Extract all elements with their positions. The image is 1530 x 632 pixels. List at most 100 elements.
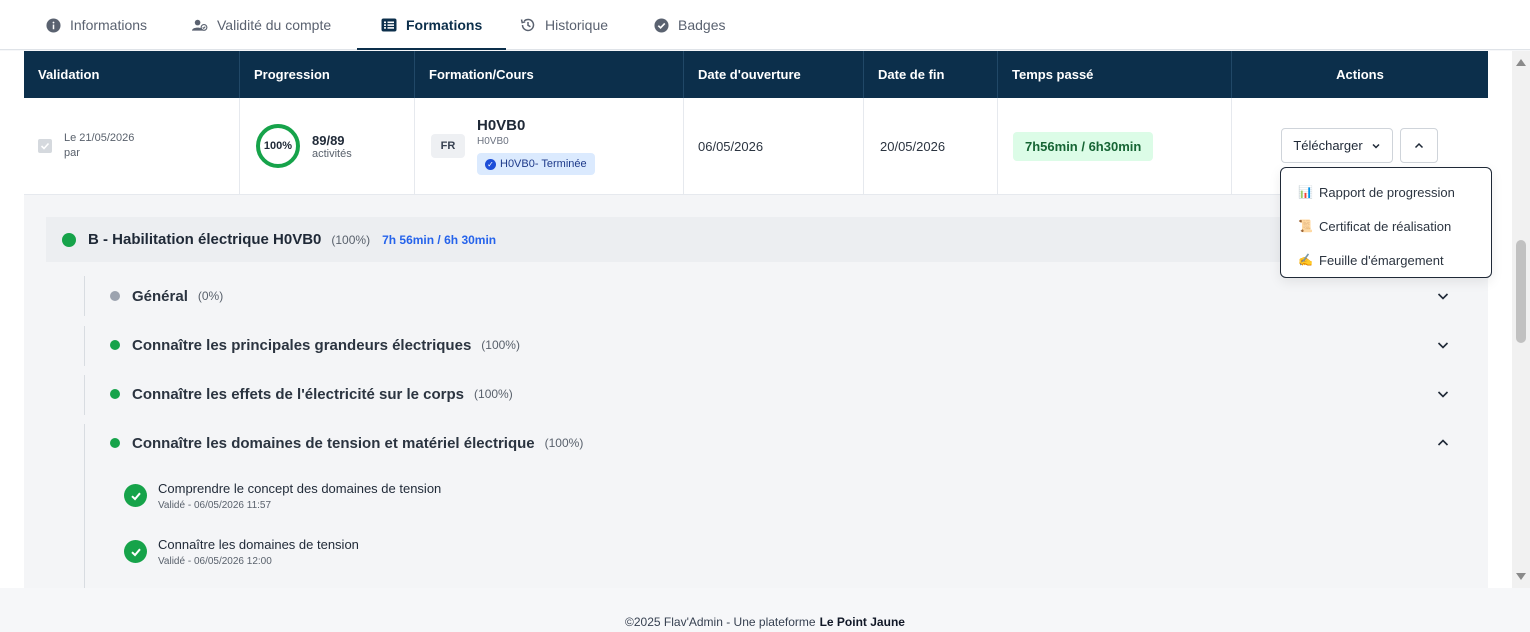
check-circle-icon	[124, 484, 147, 507]
validation-checkbox[interactable]	[38, 139, 52, 153]
chevron-down-icon[interactable]	[1436, 387, 1450, 401]
header-actions: Actions	[1336, 67, 1384, 82]
scroll-up-icon[interactable]	[1515, 57, 1527, 67]
section-title: Connaître les domaines de tension et mat…	[132, 434, 535, 452]
tab-historique[interactable]: Historique	[520, 0, 608, 50]
chart-icon: 📊	[1298, 185, 1313, 199]
cell-date-fin: 20/05/2026	[864, 98, 998, 194]
formation-detail-panel: B - Habilitation électrique H0VB0 (100%)…	[24, 195, 1488, 588]
scrollbar-thumb[interactable]	[1516, 240, 1526, 343]
tab-label: Validité du compte	[217, 17, 332, 33]
table-row: Le 21/05/2026 par 100% 89/89 activités F…	[24, 98, 1488, 195]
course-title[interactable]: H0VB0	[477, 117, 595, 134]
section-general[interactable]: Général (0%)	[110, 281, 1450, 311]
section-title: Général	[132, 287, 188, 305]
language-badge: FR	[431, 134, 465, 158]
tab-informations[interactable]: Informations	[45, 0, 147, 50]
time-spent-badge: 7h56min / 6h30min	[1013, 131, 1154, 161]
lesson-title: Comprendre le concept des domaines de te…	[158, 481, 442, 496]
check-circle-icon	[124, 540, 147, 563]
chevron-down-icon	[1372, 143, 1380, 149]
validation-by: par	[64, 147, 80, 159]
table-header: Validation Progression Formation/Cours D…	[24, 51, 1488, 98]
download-label: Télécharger	[1293, 138, 1363, 153]
tree-line	[84, 375, 85, 415]
user-check-icon	[192, 17, 208, 33]
section-domaines-tension[interactable]: Connaître les domaines de tension et mat…	[110, 428, 1450, 458]
header-date-ouverture: Date d'ouverture	[684, 51, 864, 98]
collapse-row-button[interactable]	[1400, 128, 1438, 163]
header-date-fin: Date de fin	[864, 51, 998, 98]
status-dot	[110, 438, 120, 448]
chevron-down-icon[interactable]	[1436, 338, 1450, 352]
tab-label: Informations	[70, 17, 148, 33]
tab-validite-compte[interactable]: Validité du compte	[192, 0, 331, 50]
chevron-up-icon[interactable]	[1436, 436, 1450, 450]
tab-formations[interactable]: Formations	[356, 0, 507, 50]
badge-check-icon	[653, 17, 669, 33]
course-code: H0VB0	[477, 136, 509, 147]
tab-label: Badges	[678, 17, 726, 33]
scroll-down-icon[interactable]	[1515, 572, 1527, 582]
cell-date-ouverture: 06/05/2026	[684, 98, 864, 194]
status-dot	[110, 291, 120, 301]
tab-label: Historique	[545, 17, 609, 33]
writing-hand-icon: ✍️	[1298, 253, 1313, 267]
module-header[interactable]: B - Habilitation électrique H0VB0 (100%)…	[46, 217, 1488, 262]
info-icon	[45, 17, 61, 33]
lesson-item[interactable]: Comprendre le concept des domaines de te…	[124, 481, 441, 511]
header-formation: Formation/Cours	[415, 51, 684, 98]
lesson-title: Connaître les domaines de tension	[158, 537, 359, 552]
lesson-status: Validé - 06/05/2026 11:57	[158, 500, 272, 511]
course-status-text: H0VB0- Terminée	[500, 158, 587, 170]
tab-badges[interactable]: Badges	[653, 0, 725, 50]
validation-date: Le 21/05/2026	[64, 132, 135, 144]
scroll-icon: 📜	[1298, 219, 1313, 233]
module-title: B - Habilitation électrique H0VB0	[88, 231, 322, 248]
progress-ring: 100%	[256, 124, 300, 168]
section-percent: (100%)	[474, 387, 513, 401]
tree-line	[84, 276, 85, 316]
section-grandeurs-electriques[interactable]: Connaître les principales grandeurs élec…	[110, 330, 1450, 360]
chevron-down-icon[interactable]	[1436, 289, 1450, 303]
formations-table: Validation Progression Formation/Cours D…	[24, 51, 1488, 195]
status-dot	[110, 389, 120, 399]
tab-label: Formations	[406, 17, 483, 33]
tree-line	[84, 326, 85, 366]
module-percent: (100%)	[331, 232, 371, 247]
footer: ©2025 Flav'Admin - Une plateforme Le Poi…	[0, 588, 1530, 632]
cell-temps-passe: 7h56min / 6h30min	[998, 98, 1232, 194]
download-button[interactable]: Télécharger	[1281, 128, 1393, 163]
course-status-badge: ✓ H0VB0- Terminée	[477, 153, 595, 175]
cell-formation: FR H0VB0 H0VB0 ✓ H0VB0- Terminée	[415, 98, 684, 194]
module-time: 7h 56min / 6h 30min	[382, 232, 497, 247]
history-icon	[520, 17, 536, 33]
footer-brand[interactable]: Le Point Jaune	[820, 615, 905, 629]
cell-progression: 100% 89/89 activités	[240, 98, 415, 194]
lesson-status: Validé - 06/05/2026 12:00	[158, 556, 272, 567]
section-percent: (0%)	[197, 289, 224, 303]
main-content: Validation Progression Formation/Cours D…	[0, 51, 1512, 588]
section-percent: (100%)	[544, 436, 584, 450]
progress-unit: activités	[312, 147, 352, 160]
menu-item-feuille-emargement[interactable]: ✍️ Feuille d'émargement	[1281, 243, 1491, 277]
menu-item-label: Rapport de progression	[1319, 184, 1455, 200]
section-title: Connaître les effets de l'électricité su…	[132, 385, 465, 403]
tree-line	[84, 424, 85, 588]
header-validation: Validation	[24, 51, 240, 98]
section-percent: (100%)	[481, 338, 520, 352]
list-icon	[381, 17, 397, 33]
section-effets-electricite[interactable]: Connaître les effets de l'électricité su…	[110, 379, 1450, 409]
download-dropdown-menu: 📊 Rapport de progression 📜 Certificat de…	[1280, 167, 1492, 278]
chevron-up-icon	[1414, 142, 1424, 148]
tab-bar: Informations Validité du compte Formatio…	[0, 0, 1530, 50]
vertical-scrollbar[interactable]	[1512, 51, 1530, 588]
menu-item-rapport-progression[interactable]: 📊 Rapport de progression	[1281, 175, 1491, 209]
lesson-item[interactable]: Connaître les domaines de tension Validé…	[124, 537, 359, 567]
menu-item-label: Feuille d'émargement	[1319, 252, 1444, 268]
check-circle-icon: ✓	[485, 158, 496, 170]
status-dot	[62, 232, 76, 247]
menu-item-certificat[interactable]: 📜 Certificat de réalisation	[1281, 209, 1491, 243]
menu-item-label: Certificat de réalisation	[1319, 218, 1452, 234]
status-dot	[110, 340, 120, 350]
